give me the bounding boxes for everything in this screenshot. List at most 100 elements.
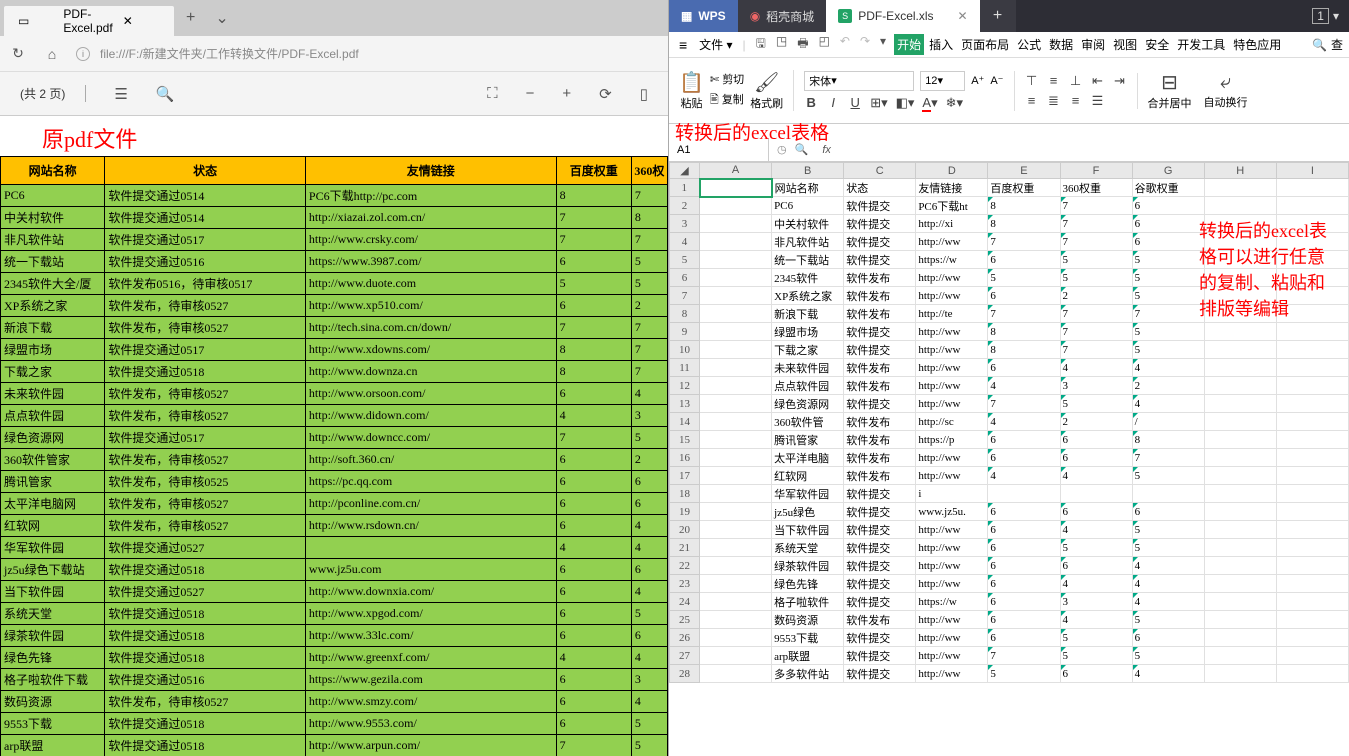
grid-cell[interactable] — [1204, 593, 1276, 611]
grid-cell[interactable] — [700, 521, 772, 539]
grid-cell[interactable]: 6 — [988, 503, 1060, 521]
browser-tab-active[interactable]: ▭ PDF-Excel.pdf ✕ — [4, 6, 174, 36]
grid-cell[interactable] — [1276, 485, 1348, 503]
grid-cell[interactable]: 6 — [1132, 233, 1204, 251]
grid-cell[interactable]: 3 — [1060, 593, 1132, 611]
grid-cell[interactable] — [1204, 539, 1276, 557]
ribbon-tab[interactable]: 开始 — [894, 34, 924, 55]
grid-cell[interactable] — [700, 305, 772, 323]
grid-cell[interactable]: http://ww — [916, 377, 988, 395]
grid-cell[interactable]: 7 — [1060, 305, 1132, 323]
grid-cell[interactable] — [700, 413, 772, 431]
grid-cell[interactable]: 8 — [988, 215, 1060, 233]
align-middle-icon[interactable]: ≡ — [1047, 73, 1061, 89]
zoom-in-icon[interactable]: + — [562, 85, 571, 102]
print-preview-icon[interactable]: ◳ — [776, 34, 787, 55]
grid-cell[interactable]: http://ww — [916, 611, 988, 629]
column-header[interactable]: I — [1276, 163, 1348, 179]
grid-cell[interactable]: 格子啦软件 — [772, 593, 844, 611]
grid-cell[interactable] — [1276, 413, 1348, 431]
row-number[interactable]: 12 — [670, 377, 700, 395]
grid-cell[interactable]: 8 — [988, 197, 1060, 215]
grid-cell[interactable]: 5 — [1132, 611, 1204, 629]
grid-cell[interactable]: 4 — [988, 467, 1060, 485]
grid-cell[interactable]: 5 — [1132, 251, 1204, 269]
grid-cell[interactable]: 4 — [1060, 467, 1132, 485]
grid-cell[interactable] — [700, 467, 772, 485]
grid-cell[interactable] — [700, 179, 772, 197]
grid-cell[interactable]: i — [916, 485, 988, 503]
grid-cell[interactable] — [1060, 485, 1132, 503]
grid-cell[interactable]: 7 — [1060, 341, 1132, 359]
grid-cell[interactable] — [700, 359, 772, 377]
grid-cell[interactable] — [1276, 539, 1348, 557]
grid-cell[interactable]: 4 — [1132, 593, 1204, 611]
grid-cell[interactable] — [1204, 377, 1276, 395]
grid-cell[interactable] — [700, 449, 772, 467]
grid-cell[interactable]: http://te — [916, 305, 988, 323]
italic-button[interactable]: I — [826, 95, 840, 111]
grid-cell[interactable]: 7 — [1132, 449, 1204, 467]
refresh-icon[interactable]: ↻ — [8, 45, 28, 62]
grid-cell[interactable]: https://p — [916, 431, 988, 449]
grid-cell[interactable]: 软件发布 — [844, 611, 916, 629]
grid-cell[interactable]: 2 — [1132, 377, 1204, 395]
print-icon[interactable]: 🖶 — [797, 34, 808, 55]
grid-cell[interactable]: 5 — [1060, 395, 1132, 413]
grid-cell[interactable] — [1276, 593, 1348, 611]
wps-brand-tab[interactable]: ▦WPS — [669, 0, 738, 32]
layout-icon[interactable]: ▯ — [640, 85, 648, 103]
grid-cell[interactable] — [1204, 179, 1276, 197]
grid-cell[interactable] — [700, 665, 772, 683]
ribbon-tab[interactable]: 插入 — [926, 34, 956, 55]
grid-cell[interactable] — [1276, 323, 1348, 341]
grid-cell[interactable]: 6 — [988, 359, 1060, 377]
grid-cell[interactable] — [700, 431, 772, 449]
grid-cell[interactable]: 软件发布 — [844, 269, 916, 287]
grid-cell[interactable] — [1276, 629, 1348, 647]
grid-cell[interactable]: 数码资源 — [772, 611, 844, 629]
grid-cell[interactable]: http://ww — [916, 395, 988, 413]
grid-cell[interactable] — [1204, 197, 1276, 215]
grid-cell[interactable]: 当下软件园 — [772, 521, 844, 539]
select-all-corner[interactable]: ◢ — [670, 163, 700, 179]
grid-cell[interactable] — [700, 323, 772, 341]
grid-cell[interactable]: 软件提交 — [844, 665, 916, 683]
column-header[interactable]: F — [1060, 163, 1132, 179]
grid-cell[interactable]: 6 — [988, 575, 1060, 593]
grid-cell[interactable]: 6 — [1060, 449, 1132, 467]
grid-cell[interactable] — [700, 269, 772, 287]
bold-button[interactable]: B — [804, 95, 818, 111]
grid-cell[interactable] — [700, 233, 772, 251]
grid-cell[interactable]: 2 — [1060, 287, 1132, 305]
redo-icon[interactable]: ↷ — [860, 34, 870, 55]
grid-cell[interactable] — [1276, 575, 1348, 593]
grid-cell[interactable]: 5 — [988, 269, 1060, 287]
ribbon-tab[interactable]: 视图 — [1110, 34, 1140, 55]
grid-cell[interactable] — [1204, 575, 1276, 593]
row-number[interactable]: 7 — [670, 287, 700, 305]
grid-cell[interactable]: http://ww — [916, 233, 988, 251]
grid-cell[interactable]: http://ww — [916, 467, 988, 485]
grid-cell[interactable]: 5 — [1132, 521, 1204, 539]
align-top-icon[interactable]: ⊤ — [1025, 73, 1039, 89]
grid-cell[interactable]: 6 — [1132, 215, 1204, 233]
grid-cell[interactable] — [1276, 359, 1348, 377]
grid-cell[interactable] — [1276, 179, 1348, 197]
format-painter-icon[interactable]: 🖌 — [750, 70, 783, 95]
grid-cell[interactable] — [700, 341, 772, 359]
grid-cell[interactable]: http://ww — [916, 449, 988, 467]
grid-cell[interactable]: 6 — [988, 539, 1060, 557]
grid-cell[interactable]: http://ww — [916, 539, 988, 557]
grid-cell[interactable]: 软件提交 — [844, 233, 916, 251]
grid-cell[interactable]: 7 — [1060, 215, 1132, 233]
grid-cell[interactable]: 软件提交 — [844, 323, 916, 341]
grid-cell[interactable]: 统一下载站 — [772, 251, 844, 269]
grid-cell[interactable]: 百度权重 — [988, 179, 1060, 197]
grid-cell[interactable]: 4 — [988, 413, 1060, 431]
preview-icon[interactable]: ◰ — [819, 34, 830, 55]
grid-cell[interactable]: 太平洋电脑 — [772, 449, 844, 467]
grid-cell[interactable]: 6 — [1060, 503, 1132, 521]
save-icon[interactable]: 🖫 — [756, 34, 766, 55]
row-number[interactable]: 15 — [670, 431, 700, 449]
